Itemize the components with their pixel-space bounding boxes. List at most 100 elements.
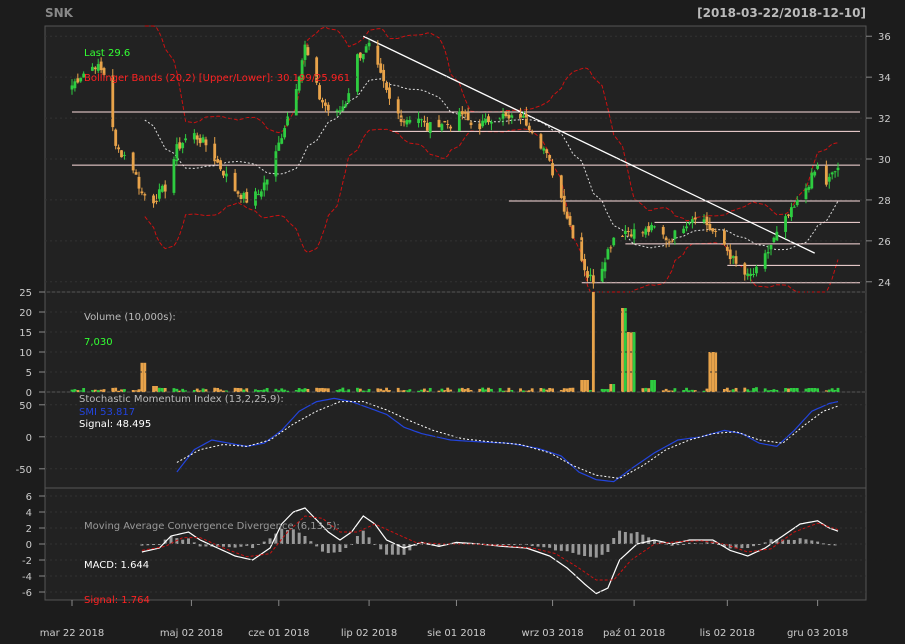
volume-label: Volume (10,000s):: [84, 312, 176, 323]
candle-body: [789, 207, 793, 218]
price-y-tick-label: 28: [878, 196, 891, 207]
macd-histogram-bar: [221, 544, 225, 547]
candle-body: [565, 211, 569, 219]
volume-bar: [280, 388, 284, 392]
candle-body: [559, 175, 563, 198]
candle-body: [484, 118, 487, 123]
candle-body: [277, 142, 281, 151]
candle-body: [763, 253, 767, 269]
macd-value-label: MACD: 1.644: [84, 560, 149, 571]
candle-body: [685, 226, 688, 229]
volume-bar: [725, 387, 729, 392]
volume-bar: [542, 388, 546, 392]
macd-y-tick-label: 0: [26, 540, 32, 551]
candle-body: [152, 195, 155, 204]
volume-bar: [347, 389, 351, 392]
candle-body: [746, 273, 750, 276]
candle-body: [591, 275, 595, 284]
candle-body: [356, 54, 359, 92]
macd-histogram-bar: [746, 544, 750, 548]
chart-symbol-title: SNK: [45, 6, 74, 20]
candle-body: [192, 133, 196, 140]
volume-bar: [376, 388, 380, 392]
volume-bar: [813, 388, 817, 392]
volume-y-tick-label: 15: [19, 328, 32, 339]
volume-bar: [795, 388, 799, 392]
candle-body: [568, 216, 572, 226]
volume-bar: [641, 388, 645, 392]
volume-bar: [629, 332, 633, 392]
candle-body: [134, 172, 138, 175]
candle-body: [224, 173, 228, 177]
volume-bar: [530, 388, 534, 392]
macd-histogram-bar: [588, 544, 592, 557]
volume-bar: [522, 390, 525, 392]
candle-body: [408, 119, 412, 123]
volume-bar: [222, 390, 225, 392]
macd-histogram-bar: [367, 537, 371, 544]
candle-body: [280, 138, 284, 144]
macd-histogram-bar: [355, 536, 359, 544]
volume-bar: [382, 390, 386, 392]
macd-histogram-bar: [612, 538, 616, 544]
volume-bar: [734, 387, 738, 392]
candle-body: [99, 61, 103, 71]
smi-value-label: SMI 53.817: [79, 407, 135, 418]
candle-body: [623, 230, 627, 235]
volume-bar: [297, 388, 301, 392]
candle-body: [647, 226, 651, 232]
candle-body: [388, 87, 391, 99]
volume-bar: [752, 388, 755, 392]
candle-body: [752, 274, 755, 276]
candle-body: [489, 121, 493, 124]
volume-bar: [766, 390, 770, 392]
candle-body: [73, 81, 77, 89]
macd-histogram-bar: [152, 544, 156, 545]
candle-body: [402, 121, 406, 123]
candle-body: [361, 53, 365, 60]
candle-body: [775, 231, 779, 241]
candle-body: [609, 247, 613, 249]
volume-bar: [731, 389, 735, 392]
volume-bar: [787, 388, 790, 392]
candle-body: [364, 46, 368, 53]
volume-bar: [114, 387, 118, 392]
candle-body: [725, 246, 729, 251]
candle-body: [294, 89, 298, 116]
volume-bar: [239, 388, 243, 392]
volume-bar: [111, 387, 115, 392]
candle-body: [524, 113, 528, 126]
candle-body: [644, 228, 648, 235]
volume-bar: [507, 387, 511, 392]
candle-body: [629, 234, 633, 237]
candle-body: [530, 132, 534, 134]
volume-bar: [326, 388, 330, 392]
volume-bar: [623, 308, 627, 392]
volume-bar: [155, 386, 158, 392]
volume-bar: [201, 388, 205, 392]
candle-body: [160, 185, 164, 192]
candle-body: [551, 163, 554, 176]
candle-body: [661, 226, 665, 235]
macd-histogram-bar: [320, 544, 324, 552]
candle-body: [807, 186, 811, 190]
macd-histogram-bar: [408, 544, 412, 551]
macd-histogram-bar: [682, 543, 686, 545]
volume-bar: [417, 390, 421, 392]
candle-body: [236, 191, 240, 194]
candle-body: [195, 135, 199, 140]
candle-body: [347, 93, 351, 103]
candle-body: [481, 120, 485, 127]
volume-bar: [428, 387, 432, 392]
volume-bar: [830, 388, 834, 392]
candle-body: [664, 237, 668, 241]
candle-body: [728, 249, 732, 260]
candle-body: [813, 171, 817, 176]
candle-body: [216, 158, 220, 163]
macd-histogram-bar: [251, 544, 255, 548]
candle-body: [358, 52, 362, 58]
volume-bar: [361, 390, 365, 392]
candle-body: [283, 128, 287, 138]
candle-body: [79, 77, 83, 82]
volume-bar: [385, 387, 388, 392]
